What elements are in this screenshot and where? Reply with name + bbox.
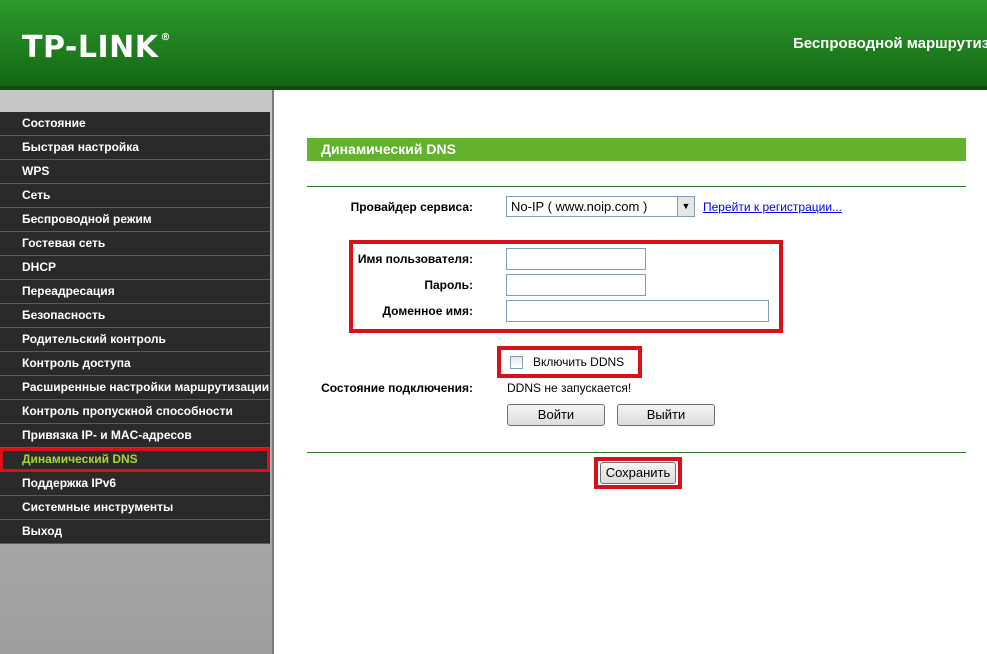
sidebar-item[interactable]: Быстрая настройка bbox=[0, 136, 270, 160]
top-divider bbox=[307, 186, 966, 187]
sidebar: Состояние Быстрая настройка WPS Сеть Беспров… bbox=[0, 90, 274, 654]
header-bar: TP-LINK® Беспроводной маршрутизатор bbox=[0, 0, 987, 86]
save-button[interactable]: Сохранить bbox=[600, 462, 676, 484]
sidebar-item[interactable]: Гостевая сеть bbox=[0, 232, 270, 256]
domain-input[interactable] bbox=[506, 300, 769, 322]
sidebar-item[interactable]: Системные инструменты bbox=[0, 496, 270, 520]
sidebar-item[interactable]: Беспроводной режим bbox=[0, 208, 270, 232]
logout-button[interactable]: Выйти bbox=[617, 404, 715, 426]
sidebar-item[interactable]: Выход bbox=[0, 520, 270, 544]
main-content: Динамический DNS Провайдер сервиса: No-I… bbox=[276, 90, 987, 654]
sidebar-item[interactable]: Расширенные настройки маршрутизации bbox=[0, 376, 270, 400]
domain-label: Доменное имя: bbox=[382, 304, 473, 318]
sidebar-item[interactable]: Состояние bbox=[0, 112, 270, 136]
sidebar-item[interactable]: Динамический DNS bbox=[0, 448, 270, 472]
dropdown-arrow-icon[interactable]: ▼ bbox=[677, 197, 694, 216]
provider-selected-value: No-IP ( www.noip.com ) bbox=[511, 199, 648, 214]
page-title: Динамический DNS bbox=[307, 138, 966, 161]
login-button[interactable]: Войти bbox=[507, 404, 605, 426]
tp-link-logo: TP-LINK ® bbox=[22, 30, 172, 65]
username-label: Имя пользователя: bbox=[357, 252, 473, 266]
password-label: Пароль: bbox=[424, 278, 473, 292]
password-input[interactable] bbox=[506, 274, 646, 296]
username-input[interactable] bbox=[506, 248, 646, 270]
sidebar-item[interactable]: Привязка IP- и MAC-адресов bbox=[0, 424, 270, 448]
sidebar-menu: Состояние Быстрая настройка WPS Сеть Беспров… bbox=[0, 112, 270, 544]
enable-ddns-label: Включить DDNS bbox=[533, 355, 625, 369]
status-value: DDNS не запускается! bbox=[507, 381, 632, 395]
sidebar-item[interactable]: Сеть bbox=[0, 184, 270, 208]
enable-ddns-checkbox[interactable] bbox=[510, 355, 523, 369]
status-label: Состояние подключения: bbox=[321, 381, 473, 395]
sidebar-item[interactable]: Поддержка IPv6 bbox=[0, 472, 270, 496]
product-name: Беспроводной маршрутизатор bbox=[793, 35, 987, 52]
sidebar-item[interactable]: WPS bbox=[0, 160, 270, 184]
sidebar-item[interactable]: Родительский контроль bbox=[0, 328, 270, 352]
bottom-divider bbox=[307, 452, 966, 453]
sidebar-item[interactable]: DHCP bbox=[0, 256, 270, 280]
sidebar-item[interactable]: Безопасность bbox=[0, 304, 270, 328]
provider-label: Провайдер сервиса: bbox=[350, 200, 473, 214]
sidebar-item[interactable]: Контроль пропускной способности bbox=[0, 400, 270, 424]
sidebar-item[interactable]: Контроль доступа bbox=[0, 352, 270, 376]
sidebar-item[interactable]: Переадресация bbox=[0, 280, 270, 304]
provider-select[interactable]: No-IP ( www.noip.com ) ▼ bbox=[506, 196, 695, 217]
register-link[interactable]: Перейти к регистрации... bbox=[703, 200, 842, 214]
enable-ddns-row[interactable]: Включить DDNS bbox=[510, 355, 624, 369]
